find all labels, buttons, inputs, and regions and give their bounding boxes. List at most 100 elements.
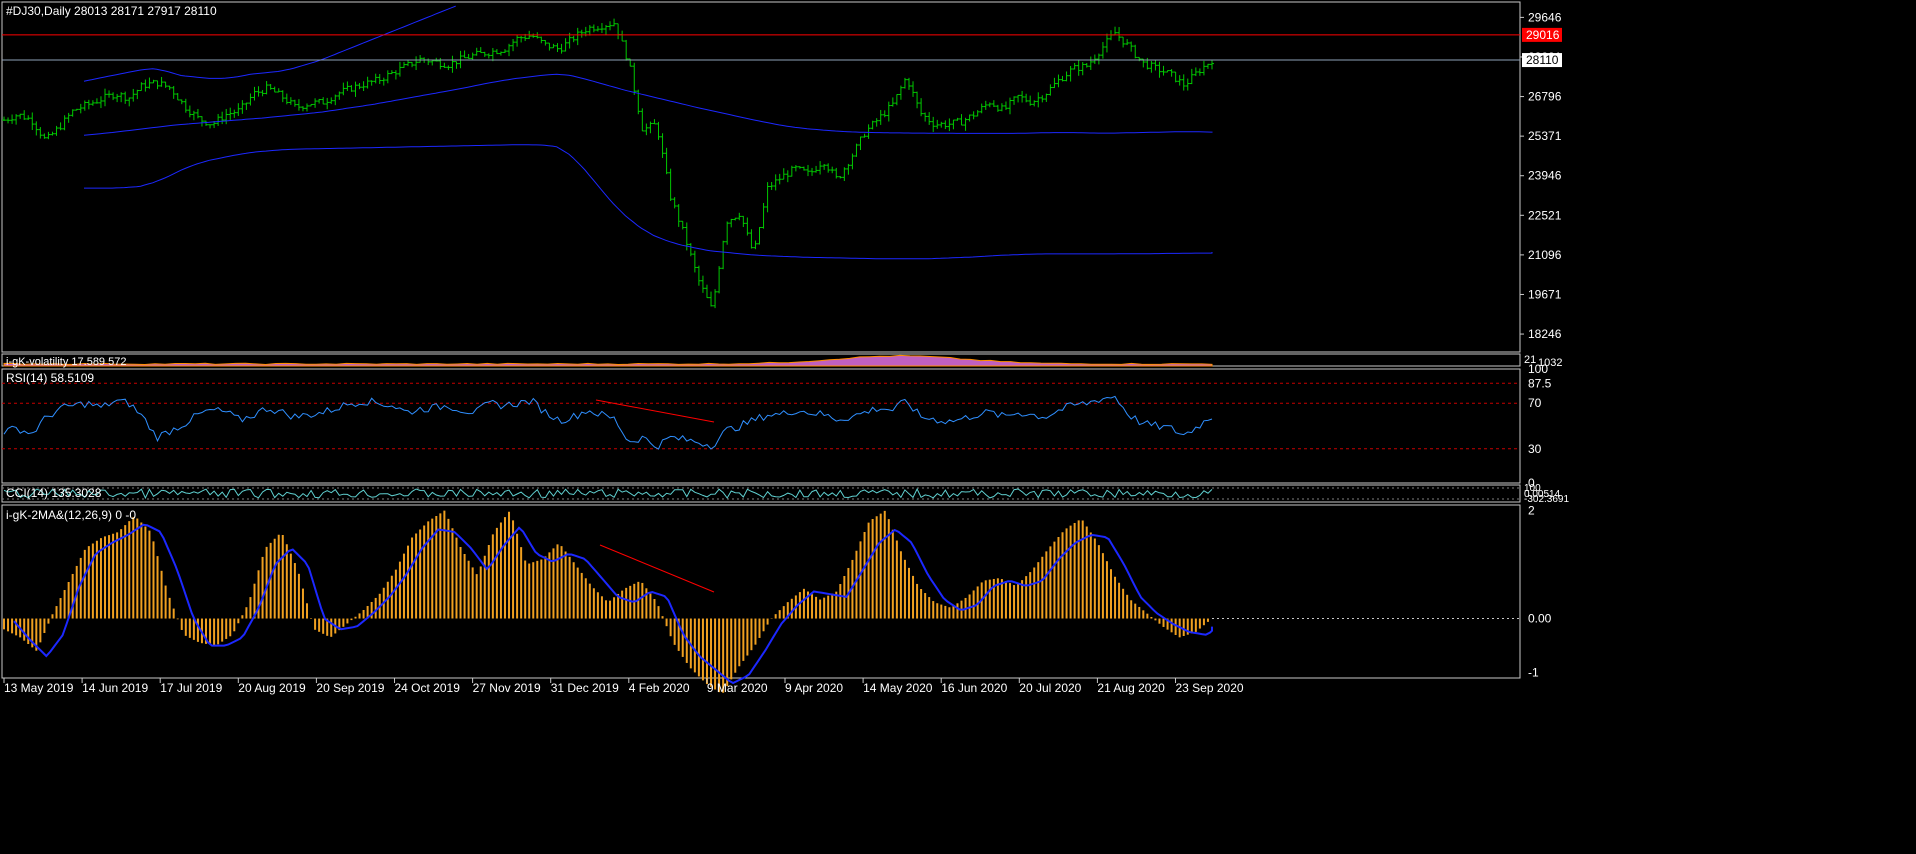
panel-frame-rsi	[1, 368, 1521, 484]
ohlc-bar	[660, 133, 665, 158]
ohlc-bar	[773, 174, 778, 191]
ohlc-bar	[42, 133, 47, 139]
rsi-tick-label: 30	[1528, 442, 1542, 456]
time-tick-label: 9 Mar 2020	[707, 681, 768, 695]
ohlc-bar	[1020, 90, 1025, 103]
time-tick-label: 23 Sep 2020	[1176, 681, 1244, 695]
ohlc-bar	[717, 266, 722, 294]
rsi-tick-label: 87.5	[1528, 376, 1552, 390]
ohlc-bar	[1040, 95, 1045, 103]
ohlc-bar	[648, 121, 653, 134]
panel-frame-ma	[1, 504, 1521, 679]
ohlc-bar	[789, 165, 794, 177]
ohlc-bar	[939, 121, 944, 128]
ohlc-bar	[280, 90, 285, 103]
time-tick-label: 16 Jun 2020	[941, 681, 1007, 695]
ohlc-bar	[1104, 33, 1109, 53]
ohlc-bar	[1185, 78, 1190, 91]
ohlc-bar	[1003, 101, 1008, 110]
ohlc-bar	[179, 99, 184, 105]
ohlc-bar	[1113, 26, 1118, 36]
ohlc-bar	[1117, 27, 1122, 42]
ohlc-bar	[204, 120, 209, 126]
ohlc-bar	[397, 61, 402, 77]
ohlc-bar	[1137, 56, 1142, 62]
ohlc-bar	[462, 50, 467, 59]
ohlc-bar	[644, 123, 649, 136]
ohlc-bar	[458, 50, 463, 69]
ohlc-bar	[22, 110, 27, 120]
ohlc-bar	[1048, 84, 1053, 96]
macd-header: i-gK-2MA&(12,26,9) 0 -0	[6, 508, 137, 522]
ohlc-bar	[26, 115, 31, 121]
ohlc-bar	[1165, 70, 1170, 73]
ohlc-bar	[838, 175, 843, 179]
time-tick-label: 21 Aug 2020	[1097, 681, 1165, 695]
price-tick-label: 23946	[1528, 169, 1562, 183]
ohlc-bar	[1016, 94, 1021, 103]
volatility-panel	[3, 354, 1213, 367]
ohlc-bar	[502, 49, 507, 54]
cci-header: CCI(14) 135.3028	[6, 486, 102, 500]
time-tick-label: 24 Oct 2019	[395, 681, 461, 695]
trading-terminal-chart[interactable]: 2964628221267962537123946225212109619671…	[0, 0, 1916, 850]
time-tick-label: 9 Apr 2020	[785, 681, 843, 695]
ohlc-bar	[272, 86, 277, 93]
ohlc-bar	[983, 100, 988, 110]
ohlc-bar	[111, 92, 116, 101]
ohlc-bar	[490, 47, 495, 62]
time-tick-label: 4 Feb 2020	[629, 681, 690, 695]
price-panel[interactable]	[2, 5, 1520, 309]
ohlc-bar	[401, 61, 406, 68]
ohlc-bar	[729, 218, 734, 228]
ohlc-bar	[1177, 75, 1182, 86]
ohlc-bar	[632, 62, 637, 95]
ohlc-bar	[591, 24, 596, 33]
ohlc-bar	[389, 70, 394, 75]
ohlc-bar	[951, 119, 956, 130]
ohlc-bar	[801, 166, 806, 171]
ohlc-bar	[547, 42, 552, 51]
chart-canvas[interactable]: 2964628221267962537123946225212109619671…	[0, 0, 1916, 850]
ohlc-bar	[470, 52, 475, 61]
ohlc-bar	[704, 284, 709, 299]
ohlc-bar	[555, 43, 560, 53]
ohlc-bar	[248, 93, 253, 106]
ohlc-bar	[737, 212, 742, 221]
ohlc-bar	[765, 182, 770, 213]
ohlc-bar	[284, 93, 289, 105]
ohlc-bar	[276, 88, 281, 93]
ohlc-bar	[62, 115, 67, 131]
cci-panel	[2, 487, 1520, 500]
time-tick-label: 14 Jun 2019	[82, 681, 148, 695]
ohlc-bar	[700, 275, 705, 293]
ohlc-bar	[482, 51, 487, 57]
price-tick-label: 25371	[1528, 129, 1562, 143]
ohlc-bar	[688, 243, 693, 257]
ohlc-bar	[478, 47, 483, 54]
ohlc-bar	[1153, 59, 1158, 71]
ohlc-bar	[288, 97, 293, 105]
ohlc-bar	[256, 86, 261, 97]
ohlc-bar	[858, 136, 863, 151]
ohlc-bar	[797, 166, 802, 169]
ohlc-bar	[866, 124, 871, 139]
ohlc-bar	[1068, 65, 1073, 82]
rsi-tick-label: 70	[1528, 396, 1542, 410]
ohlc-bar	[1072, 63, 1077, 70]
ohlc-bar	[551, 43, 556, 49]
ohlc-bar	[1080, 62, 1085, 76]
ohlc-bar	[369, 80, 374, 86]
ohlc-bar	[228, 107, 233, 120]
ohlc-bar	[971, 111, 976, 120]
ohlc-bar	[381, 77, 386, 86]
ohlc-bar	[1210, 60, 1214, 70]
macd-panel	[3, 510, 1520, 693]
ohlc-bar	[86, 99, 91, 110]
panel-frame-main	[1, 1, 1521, 353]
ohlc-bar	[18, 113, 23, 119]
ohlc-bar	[1193, 67, 1198, 77]
ohlc-bar	[1157, 61, 1162, 78]
ohlc-bar	[474, 47, 479, 56]
ohlc-bar	[563, 38, 568, 52]
